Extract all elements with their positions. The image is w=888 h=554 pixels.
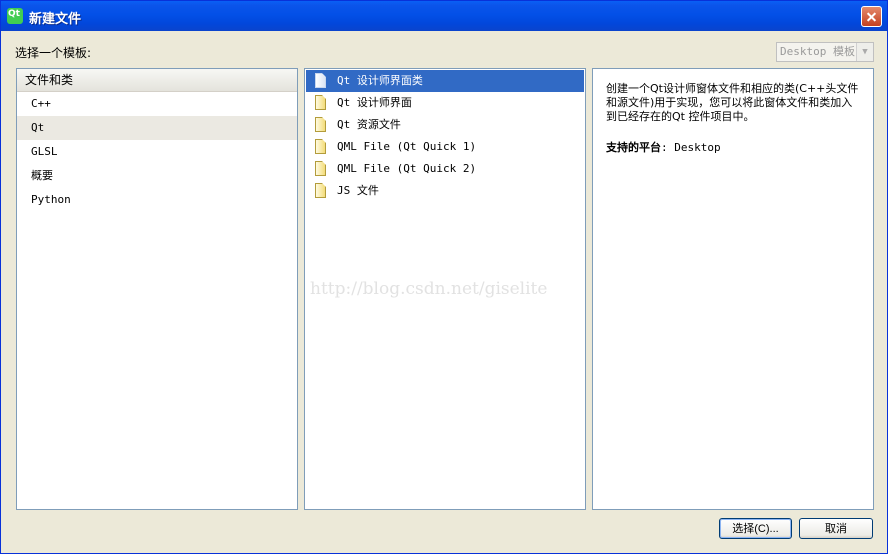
category-item-python[interactable]: Python: [17, 188, 297, 212]
category-item-modeling[interactable]: 概要: [17, 164, 297, 188]
category-item-cpp[interactable]: C++: [17, 92, 297, 116]
close-button[interactable]: [861, 6, 882, 27]
new-file-dialog: 新建文件 选择一个模板: Desktop 模板 ▼ 文件和类 C++ Qt GL…: [0, 0, 888, 554]
supported-platforms: 支持的平台: Desktop: [606, 139, 721, 155]
description-panel: 创建一个Qt设计师窗体文件和相应的类(C++头文件和源文件)用于实现，您可以将此…: [592, 68, 874, 510]
file-icon: [315, 117, 326, 132]
template-item-qml-quick1[interactable]: QML File (Qt Quick 1): [306, 136, 584, 158]
platform-value: : Desktop: [661, 141, 721, 154]
template-item-js-file[interactable]: JS 文件: [306, 180, 584, 202]
template-filter-select[interactable]: Desktop 模板 ▼: [776, 42, 874, 62]
file-icon: [315, 73, 326, 88]
template-item-label: Qt 资源文件: [337, 118, 401, 131]
title-bar[interactable]: 新建文件: [1, 1, 887, 31]
category-item-qt[interactable]: Qt: [17, 116, 297, 140]
template-item-label: QML File (Qt Quick 2): [337, 162, 477, 175]
file-icon: [315, 95, 326, 110]
template-item-designer-form-class[interactable]: Qt 设计师界面类: [306, 70, 584, 92]
cancel-button[interactable]: 取消: [799, 518, 873, 539]
choose-template-label: 选择一个模板:: [15, 46, 92, 60]
template-filter-value: Desktop 模板: [780, 45, 855, 58]
platform-label: 支持的平台: [606, 141, 661, 154]
file-icon: [315, 183, 326, 198]
select-button[interactable]: 选择(C)...: [719, 518, 792, 539]
template-item-designer-form[interactable]: Qt 设计师界面: [306, 92, 584, 114]
template-item-qml-quick2[interactable]: QML File (Qt Quick 2): [306, 158, 584, 180]
file-icon: [315, 161, 326, 176]
template-item-label: Qt 设计师界面类: [337, 74, 423, 87]
template-item-label: Qt 设计师界面: [337, 96, 412, 109]
category-item-glsl[interactable]: GLSL: [17, 140, 297, 164]
category-list-header: 文件和类: [17, 69, 297, 92]
template-item-label: QML File (Qt Quick 1): [337, 140, 477, 153]
template-item-resource-file[interactable]: Qt 资源文件: [306, 114, 584, 136]
chevron-down-icon[interactable]: ▼: [856, 43, 873, 61]
category-list: 文件和类 C++ Qt GLSL 概要 Python: [16, 68, 298, 510]
template-item-label: JS 文件: [337, 184, 379, 197]
template-description: 创建一个Qt设计师窗体文件和相应的类(C++头文件和源文件)用于实现，您可以将此…: [606, 82, 859, 123]
window-title: 新建文件: [29, 12, 82, 27]
watermark: http://blog.csdn.net/giselite: [310, 279, 548, 299]
qt-logo-icon: [7, 8, 23, 24]
file-icon: [315, 139, 326, 154]
